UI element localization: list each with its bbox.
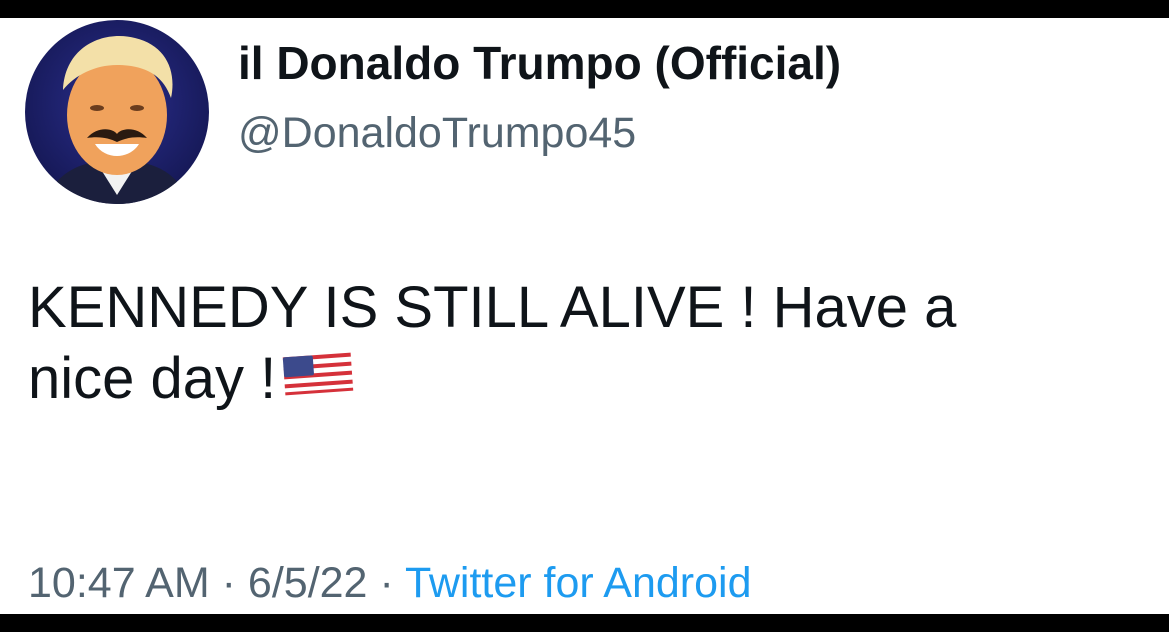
avatar[interactable]: [25, 20, 209, 204]
tweet-text: KENNEDY IS STILL ALIVE ! Have a nice day…: [28, 273, 956, 418]
meta-separator: ·: [221, 559, 236, 607]
user-handle[interactable]: @DonaldoTrumpo45: [238, 109, 636, 157]
tweet-source-link[interactable]: Twitter for Android: [405, 559, 752, 607]
tweet-meta: 10:47 AM · 6/5/22 · Twitter for Android: [28, 558, 751, 610]
us-flag-icon: [282, 343, 354, 414]
tweet-card: il Donaldo Trumpo (Official) @DonaldoTru…: [0, 18, 1169, 614]
meta-separator: ·: [379, 559, 394, 607]
tweet-text-line-2: nice day !: [28, 345, 277, 411]
tweet-date[interactable]: 6/5/22: [248, 559, 368, 607]
tweet-text-line-2-wrap: nice day !: [28, 344, 956, 418]
tweet-time[interactable]: 10:47 AM: [28, 559, 210, 607]
profile-photo-icon: [45, 35, 189, 204]
tweet-text-line-1: KENNEDY IS STILL ALIVE ! Have a: [28, 275, 957, 340]
display-name[interactable]: il Donaldo Trumpo (Official): [238, 38, 841, 89]
